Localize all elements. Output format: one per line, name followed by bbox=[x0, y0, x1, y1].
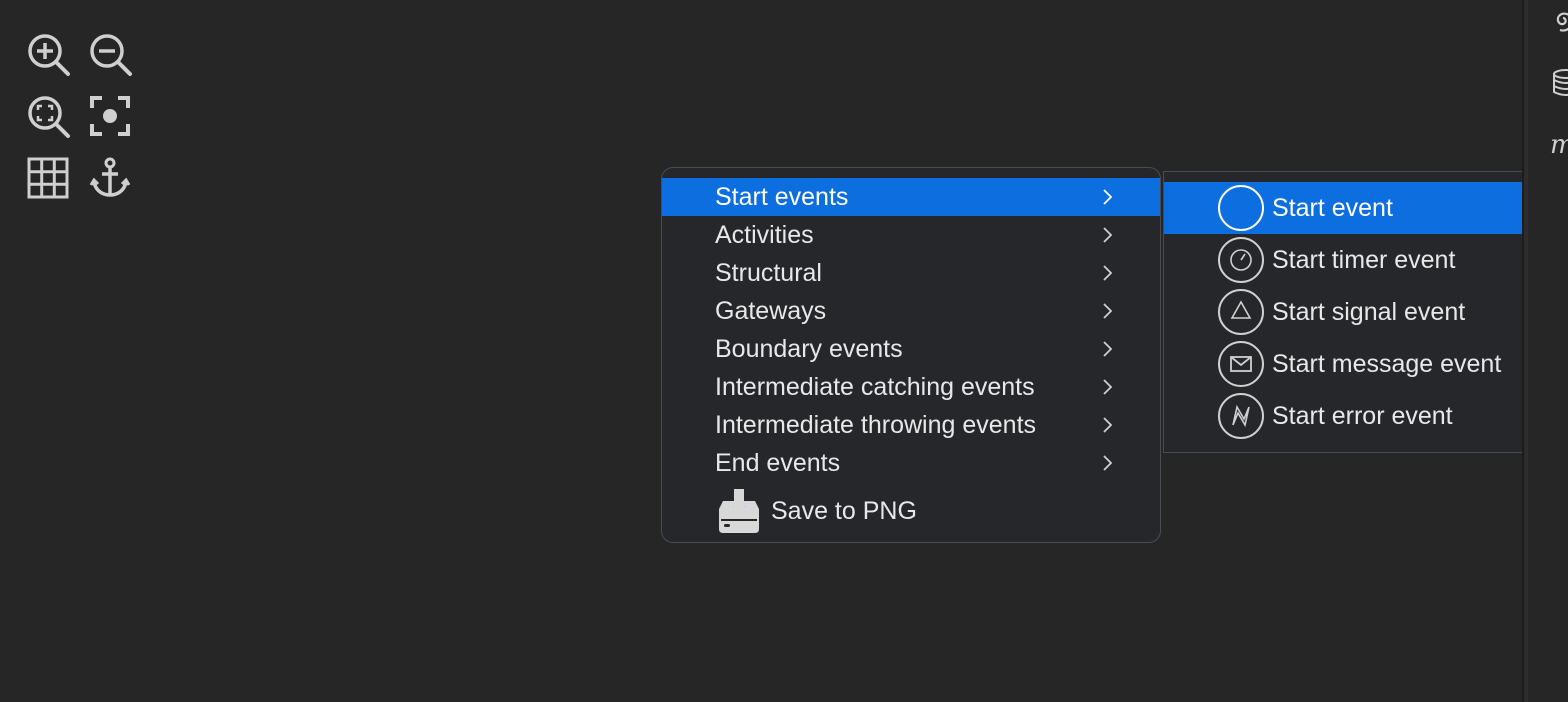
menu-item-end-events[interactable]: End events bbox=[662, 444, 1160, 482]
submenu-item-label: Start timer event bbox=[1272, 245, 1456, 274]
chevron-right-icon bbox=[1103, 189, 1113, 205]
chevron-right-icon bbox=[1103, 227, 1113, 243]
submenu-item-start-message-event[interactable]: Start message event bbox=[1164, 338, 1568, 390]
save-to-png-label: Save to PNG bbox=[771, 496, 917, 525]
start-event-icon bbox=[1218, 185, 1264, 231]
menu-item-label: Intermediate throwing events bbox=[715, 410, 1037, 439]
chevron-right-icon bbox=[1103, 341, 1113, 357]
diagram-canvas[interactable]: Start events Activities Structural Gatew… bbox=[0, 0, 1568, 702]
zoom-out-icon[interactable] bbox=[86, 30, 134, 78]
chevron-right-icon bbox=[1103, 379, 1113, 395]
context-menu: Start events Activities Structural Gatew… bbox=[661, 167, 1161, 543]
submenu-item-label: Start event bbox=[1272, 193, 1393, 222]
anchor-icon[interactable] bbox=[86, 154, 134, 202]
submenu-item-label: Start error event bbox=[1272, 401, 1453, 430]
chevron-right-icon bbox=[1103, 303, 1113, 319]
menu-item-intermediate-throwing-events[interactable]: Intermediate throwing events bbox=[662, 406, 1160, 444]
center-focus-icon[interactable] bbox=[86, 92, 134, 140]
italic-m-icon[interactable]: m bbox=[1550, 130, 1568, 160]
menu-item-activities[interactable]: Activities bbox=[662, 216, 1160, 254]
swirl-icon[interactable] bbox=[1550, 6, 1568, 36]
menu-item-start-events[interactable]: Start events bbox=[662, 178, 1160, 216]
submenu-item-start-event[interactable]: Start event bbox=[1164, 182, 1568, 234]
menu-item-label: Gateways bbox=[715, 296, 827, 325]
menu-item-label: Start events bbox=[715, 182, 849, 211]
error-event-icon bbox=[1218, 393, 1264, 439]
grid-icon[interactable] bbox=[24, 154, 72, 202]
menu-item-gateways[interactable]: Gateways bbox=[662, 292, 1160, 330]
menu-item-label: Activities bbox=[715, 220, 814, 249]
menu-item-save-to-png[interactable]: Save to PNG bbox=[662, 484, 1160, 538]
submenu-item-start-signal-event[interactable]: Start signal event bbox=[1164, 286, 1568, 338]
menu-item-intermediate-catching-events[interactable]: Intermediate catching events bbox=[662, 368, 1160, 406]
menu-item-boundary-events[interactable]: Boundary events bbox=[662, 330, 1160, 368]
menu-item-label: Intermediate catching events bbox=[715, 372, 1035, 401]
signal-event-icon bbox=[1218, 289, 1264, 335]
menu-item-structural[interactable]: Structural bbox=[662, 254, 1160, 292]
menu-item-label: Structural bbox=[715, 258, 822, 287]
submenu-item-label: Start message event bbox=[1272, 349, 1502, 378]
submenu-item-start-timer-event[interactable]: Start timer event bbox=[1164, 234, 1568, 286]
start-events-submenu: Start event Start timer event Start sign… bbox=[1163, 171, 1568, 453]
chevron-right-icon bbox=[1103, 265, 1113, 281]
zoom-fit-icon[interactable] bbox=[24, 92, 72, 140]
side-panel: m bbox=[1522, 0, 1568, 702]
menu-item-label: End events bbox=[715, 448, 841, 477]
submenu-item-start-error-event[interactable]: Start error event bbox=[1164, 390, 1568, 442]
chevron-right-icon bbox=[1103, 455, 1113, 471]
zoom-in-icon[interactable] bbox=[24, 30, 72, 78]
submenu-item-label: Start signal event bbox=[1272, 297, 1466, 326]
save-disk-icon bbox=[719, 489, 759, 533]
timer-event-icon bbox=[1218, 237, 1264, 283]
menu-item-label: Boundary events bbox=[715, 334, 903, 363]
database-icon[interactable] bbox=[1550, 68, 1568, 98]
message-event-icon bbox=[1218, 341, 1264, 387]
chevron-right-icon bbox=[1103, 417, 1113, 433]
